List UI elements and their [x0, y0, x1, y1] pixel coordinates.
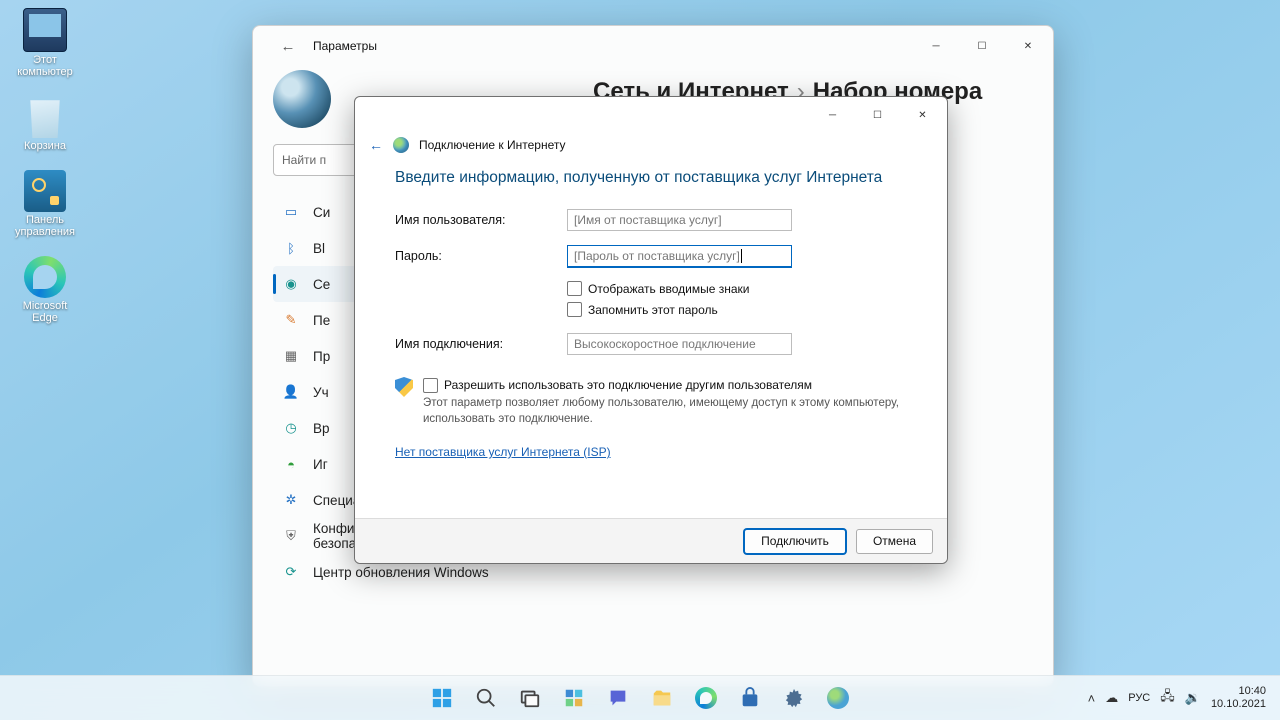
minimize-button[interactable]: ─: [810, 100, 855, 130]
dialog-titlebar[interactable]: ─ ☐ ✕: [355, 97, 947, 133]
desktop-control-panel[interactable]: Панель управления: [10, 170, 80, 238]
connection-name-input[interactable]: [567, 333, 792, 355]
task-view-button[interactable]: [511, 679, 549, 717]
allow-others-label: Разрешить использовать это подключение д…: [444, 377, 812, 394]
desktop-label: Этот компьютер: [10, 54, 80, 78]
desktop-label: Microsoft Edge: [10, 300, 80, 324]
settings-button[interactable]: [775, 679, 813, 717]
username-label: Имя пользователя:: [395, 213, 567, 227]
control-panel-icon: [24, 170, 66, 212]
allow-others-description: Этот параметр позволяет любому пользоват…: [423, 395, 907, 427]
maximize-button[interactable]: ☐: [959, 27, 1005, 65]
trash-icon: [24, 96, 66, 138]
accessibility-icon: ✲: [283, 492, 299, 508]
dialog-heading: Введите информацию, полученную от постав…: [395, 169, 907, 187]
update-icon: ⟳: [283, 564, 299, 580]
start-button[interactable]: [423, 679, 461, 717]
close-button[interactable]: ✕: [900, 100, 945, 130]
desktop-this-pc[interactable]: Этот компьютер: [10, 8, 80, 78]
show-characters-checkbox[interactable]: Отображать вводимые знаки: [567, 281, 907, 296]
connection-name-label: Имя подключения:: [395, 337, 567, 351]
maximize-button[interactable]: ☐: [855, 100, 900, 130]
volume-icon[interactable]: 🔉: [1185, 690, 1201, 706]
onedrive-icon[interactable]: ☁: [1105, 690, 1118, 706]
cancel-button[interactable]: Отмена: [856, 529, 933, 554]
display-icon: ▭: [283, 204, 299, 220]
tray-chevron-icon[interactable]: ˄: [1088, 691, 1096, 706]
taskbar-center: [423, 679, 857, 717]
desktop-edge[interactable]: Microsoft Edge: [10, 256, 80, 324]
connect-button[interactable]: Подключить: [744, 529, 846, 554]
internet-connection-dialog: ─ ☐ ✕ ← Подключение к Интернету Введите …: [354, 96, 948, 564]
no-isp-link[interactable]: Нет поставщика услуг Интернета (ISP): [395, 445, 611, 459]
pc-icon: [23, 8, 67, 52]
window-title: Параметры: [313, 39, 377, 53]
user-icon: 👤: [283, 384, 299, 400]
app-button[interactable]: [819, 679, 857, 717]
system-tray: ˄ ☁ РУС 🖧 🔉 10:40 10.10.2021: [1088, 685, 1280, 710]
dialog-title: Подключение к Интернету: [419, 138, 566, 152]
close-button[interactable]: ✕: [1005, 27, 1051, 65]
shield-icon: ⛨: [283, 528, 299, 544]
desktop: Этот компьютер Корзина Панель управления…: [10, 8, 100, 342]
back-button[interactable]: ←: [369, 137, 383, 153]
network-icon[interactable]: 🖧: [1160, 687, 1175, 709]
search-button[interactable]: [467, 679, 505, 717]
dialog-footer: Подключить Отмена: [355, 518, 947, 563]
checkbox-icon: [567, 302, 582, 317]
explorer-button[interactable]: [643, 679, 681, 717]
clock-icon: ◷: [283, 420, 299, 436]
language-indicator[interactable]: РУС: [1128, 692, 1150, 704]
gamepad-icon: ◓: [283, 456, 299, 472]
widgets-button[interactable]: [555, 679, 593, 717]
allow-others-checkbox[interactable]: [423, 378, 438, 393]
wifi-icon: ◉: [283, 276, 299, 292]
globe-icon: [393, 137, 409, 153]
taskbar: ˄ ☁ РУС 🖧 🔉 10:40 10.10.2021: [0, 675, 1280, 720]
back-button[interactable]: ←: [275, 33, 301, 59]
desktop-label: Корзина: [10, 140, 80, 152]
brush-icon: ✎: [283, 312, 299, 328]
edge-button[interactable]: [687, 679, 725, 717]
text-caret: [741, 249, 742, 263]
checkbox-icon: [567, 281, 582, 296]
avatar: [273, 70, 331, 128]
minimize-button[interactable]: ─: [913, 27, 959, 65]
dialog-header: ← Подключение к Интернету: [355, 133, 947, 159]
password-label: Пароль:: [395, 249, 567, 263]
password-input[interactable]: [Пароль от поставщика услуг]: [567, 245, 792, 267]
username-input[interactable]: [567, 209, 792, 231]
chat-button[interactable]: [599, 679, 637, 717]
desktop-label: Панель управления: [10, 214, 80, 238]
desktop-recycle-bin[interactable]: Корзина: [10, 96, 80, 152]
bluetooth-icon: ᛒ: [283, 240, 299, 256]
clock[interactable]: 10:40 10.10.2021: [1211, 685, 1266, 710]
remember-password-checkbox[interactable]: Запомнить этот пароль: [567, 302, 907, 317]
settings-titlebar[interactable]: ← Параметры ─ ☐ ✕: [253, 26, 1053, 66]
edge-icon: [24, 256, 66, 298]
apps-icon: ▦: [283, 348, 299, 364]
uac-shield-icon: [395, 377, 413, 397]
store-button[interactable]: [731, 679, 769, 717]
